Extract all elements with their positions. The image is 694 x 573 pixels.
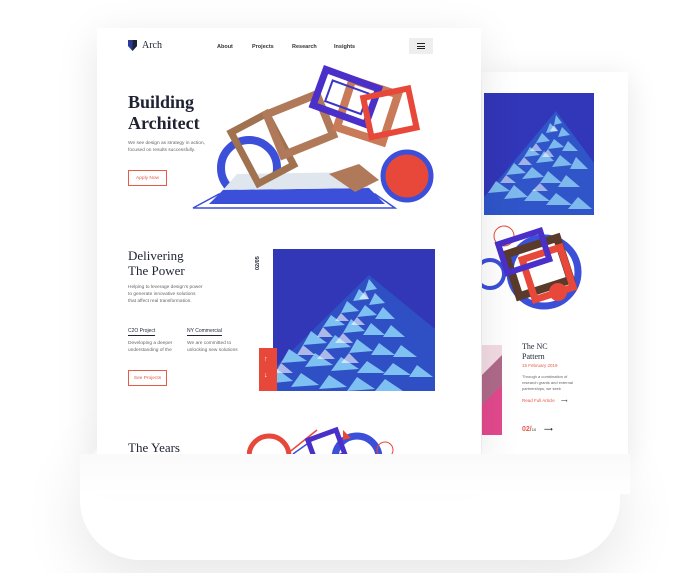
arrow-down-icon[interactable]: ↓ xyxy=(264,372,268,379)
article-counter: 02/10 ⟶ xyxy=(522,426,553,433)
building-facade-photo xyxy=(273,249,435,391)
arrow-right-icon: ⟶ xyxy=(561,398,568,403)
geometric-shapes-art xyxy=(482,225,582,310)
slide-counter: 02/05 xyxy=(255,256,261,270)
project-link-ny[interactable]: NY Commercial xyxy=(187,328,222,336)
arrow-up-icon[interactable]: ↑ xyxy=(264,356,268,363)
main-page-preview: Arch About Projects Research Insights Bu… xyxy=(97,28,481,454)
project-desc-c2o: Developing a deeper understanding of the xyxy=(128,341,173,353)
pink-photo-thumb xyxy=(482,345,502,435)
section-title-years: The Years xyxy=(128,440,180,454)
article-date: 15 February 2019 xyxy=(522,363,558,368)
nav-link-projects[interactable]: Projects xyxy=(252,44,274,50)
hamburger-icon-line xyxy=(417,45,425,47)
article-title: The NC Pattern xyxy=(522,342,548,361)
bottom-fade xyxy=(80,454,630,494)
building-facade-photo xyxy=(484,93,594,215)
hamburger-icon-line xyxy=(417,48,425,49)
brand-logo[interactable]: Arch xyxy=(128,40,162,51)
hero-geometric-art xyxy=(192,64,434,209)
project-desc-ny: We are committed to unlocking new soluti… xyxy=(187,341,238,353)
article-excerpt: Through a combination of research grants… xyxy=(522,374,573,391)
brand-name: Arch xyxy=(142,40,162,51)
section-description: Helping to leverage design's power to ge… xyxy=(128,285,203,305)
secondary-page-preview: The NC Pattern 15 February 2019 Through … xyxy=(482,72,628,454)
project-link-c2o[interactable]: C2O Project xyxy=(128,328,156,336)
slide-nav-tab: ↑ ↓ xyxy=(259,348,277,391)
menu-button[interactable] xyxy=(409,38,433,54)
nav-link-insights[interactable]: Insights xyxy=(334,44,355,50)
years-geometric-art xyxy=(247,426,394,454)
nav-link-about[interactable]: About xyxy=(217,44,233,50)
top-navigation: Arch About Projects Research Insights xyxy=(97,28,481,68)
hamburger-icon xyxy=(417,43,425,44)
nav-link-research[interactable]: Research xyxy=(292,44,317,50)
apply-now-button[interactable]: Apply Now xyxy=(128,170,167,186)
shield-logo-icon xyxy=(128,40,137,51)
section-title-delivering: Delivering The Power xyxy=(128,248,185,278)
see-projects-button[interactable]: See Projects xyxy=(128,370,167,386)
read-full-article-link[interactable]: Read Full Article ⟶ xyxy=(522,398,567,404)
next-arrow-icon[interactable]: ⟶ xyxy=(544,427,553,433)
